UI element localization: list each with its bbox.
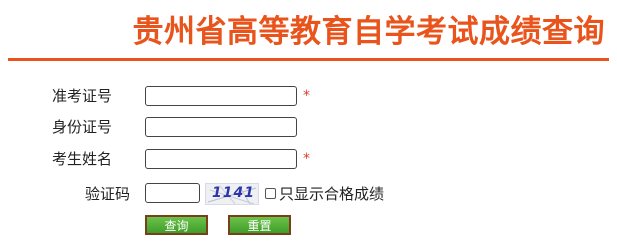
page-title: 贵州省高等教育自学考试成绩查询 xyxy=(132,14,605,50)
candidate-name-input[interactable] xyxy=(145,149,297,169)
label-candidate-name: 考生姓名 xyxy=(52,150,113,168)
label-id-number: 身份证号 xyxy=(52,118,113,136)
captcha-text: 1141 xyxy=(212,185,255,201)
required-mark-exam-number: * xyxy=(303,88,310,104)
query-button[interactable]: 查询 xyxy=(145,215,208,235)
id-number-input[interactable] xyxy=(145,117,297,137)
title-divider xyxy=(8,58,609,61)
label-captcha: 验证码 xyxy=(85,185,131,203)
captcha-input[interactable] xyxy=(145,183,200,203)
captcha-image[interactable]: 1141 xyxy=(205,183,259,205)
pass-only-checkbox-label[interactable]: 只显示合格成绩 xyxy=(279,183,384,205)
pass-only-checkbox[interactable] xyxy=(265,188,276,199)
exam-number-input[interactable] xyxy=(145,86,297,106)
required-mark-candidate-name: * xyxy=(303,151,310,167)
label-exam-number: 准考证号 xyxy=(52,87,113,105)
reset-button[interactable]: 重置 xyxy=(228,215,291,235)
